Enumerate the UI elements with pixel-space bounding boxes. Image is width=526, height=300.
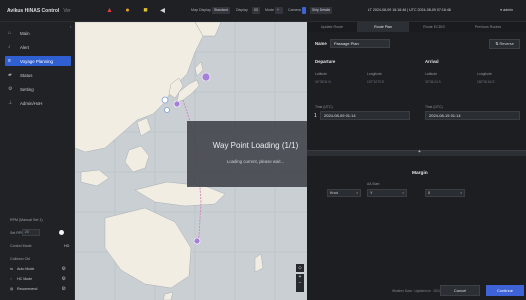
tab-previous-routes[interactable]: Previous Routes xyxy=(459,22,517,32)
rpm-input[interactable]: 20 xyxy=(22,229,40,236)
tab-update-route[interactable]: Update Route xyxy=(307,22,357,32)
loading-message: Loading current, please wait... xyxy=(226,159,285,164)
warning-icon[interactable]: ● xyxy=(123,6,132,15)
arr-lat-value[interactable]: 33°36.24 S xyxy=(425,80,441,84)
display-value[interactable]: 03 xyxy=(252,7,260,14)
margin-select[interactable]: 0 ▾ xyxy=(425,189,465,197)
dep-lon-value[interactable]: 137°10'70 E xyxy=(367,80,384,84)
waypoint-index: 1 xyxy=(314,113,317,119)
recommend-row[interactable]: ▤ Recommend ⚙ xyxy=(10,285,68,293)
arr-lat-label: Latitude xyxy=(425,72,438,76)
chevron-down-icon: ▾ xyxy=(460,191,462,195)
display-chip[interactable]: Standard xyxy=(212,7,230,14)
tab-route-ecdis[interactable]: Route ECDIS xyxy=(409,22,459,32)
sidebar-item-alert[interactable]: ♪ Alert xyxy=(5,42,71,52)
mute-icon[interactable]: ◀ xyxy=(158,6,167,15)
aa-start-label: AA Start xyxy=(367,182,380,186)
sidebar-item-admin[interactable]: ⊥ Admin/HoH xyxy=(5,98,71,108)
control-mode-value: HG xyxy=(64,244,70,248)
collision-label: Collision Ctrl xyxy=(10,257,31,261)
margin-heading: Margin xyxy=(412,171,428,176)
dep-time-label: Time (UTC) xyxy=(315,105,333,109)
caution-icon[interactable]: ■ xyxy=(141,6,150,15)
bell-icon: ♪ xyxy=(8,44,11,50)
zoom-out-icon[interactable]: − xyxy=(296,280,304,286)
arrival-time-input[interactable]: 2024-08-15 01:14 xyxy=(425,111,520,120)
sidebar: ‹ ⌂ Main ♪ Alert ≡ Voyage Planning ▰ Status … xyxy=(0,22,75,300)
control-mode-label: Control Mode xyxy=(10,244,32,248)
cancel-button[interactable]: Cancel xyxy=(440,285,480,296)
add-waypoint-icon[interactable]: + xyxy=(418,149,421,155)
gear-icon[interactable]: ⚙ xyxy=(62,266,66,272)
arr-lon-label: Longitude xyxy=(477,72,492,76)
tab-route-plan[interactable]: Route Plan xyxy=(357,22,409,32)
chevron-down-icon: ▾ xyxy=(356,191,358,195)
arrival-heading: Arrival xyxy=(425,59,439,64)
display-label: Display xyxy=(236,8,248,12)
camera-toggle[interactable] xyxy=(302,7,306,14)
rpm-title: RPM (Manual Set 1) xyxy=(10,218,43,222)
dep-lon-label: Longitude xyxy=(367,72,382,76)
panel-tabs: Update Route Route Plan Route ECDIS Prev… xyxy=(307,22,526,32)
auto-icon: ⇆ xyxy=(10,267,14,271)
map-display-label: Map Display xyxy=(191,8,211,12)
name-label: Name xyxy=(315,41,327,46)
waypoint-table-header xyxy=(307,150,526,156)
alarm-icon[interactable]: ▲ xyxy=(105,6,114,15)
hc-mode-row[interactable]: ⌁ HC Mode ⚙ xyxy=(10,275,68,283)
auto-mode-row[interactable]: ⇆ Auto Mode ⚙ xyxy=(10,265,68,273)
gear-icon[interactable]: ⚙ xyxy=(62,276,66,282)
reverse-button[interactable]: ⇅ Reverse xyxy=(489,39,520,49)
loading-dialog: Way Point Loading (1/1) Loading current,… xyxy=(187,121,324,187)
recommend-icon: ▤ xyxy=(10,287,14,291)
arr-time-label: Time (UTC) xyxy=(425,105,443,109)
dep-lat-label: Latitude xyxy=(315,72,328,76)
departure-heading: Departure xyxy=(315,59,336,64)
mode-label: Mode xyxy=(265,8,274,12)
continue-button[interactable]: Continue xyxy=(486,285,524,296)
ship-details-chip[interactable]: Ship Details xyxy=(310,7,333,14)
departure-time-input[interactable]: 2024-08-09 01:14 xyxy=(320,111,410,120)
arr-lon-value[interactable]: 150°00.64 E xyxy=(477,80,495,84)
hc-icon: ⌁ xyxy=(10,277,13,281)
compass-button[interactable]: ⬦ xyxy=(296,264,304,272)
route-icon: ≡ xyxy=(8,58,11,64)
zoom-control[interactable]: + − xyxy=(296,274,304,292)
route-plan-panel: Update Route Route Plan Route ECDIS Prev… xyxy=(307,22,526,300)
gear-icon[interactable]: ⚙ xyxy=(62,286,66,292)
route-name-input[interactable]: Passage Plan xyxy=(330,39,390,48)
sidebar-item-status[interactable]: ▰ Status xyxy=(5,70,71,80)
top-bar: Avikus HiNAS Control Ver ▲ ● ■ ◀ Map Disp… xyxy=(0,0,526,22)
sidebar-item-voyage-planning[interactable]: ≡ Voyage Planning xyxy=(5,56,71,66)
user-icon: ⊥ xyxy=(8,100,13,106)
chevron-down-icon: ▾ xyxy=(402,191,404,195)
datetime: LT 2024-08-09 16:16:46 | UTC 2024-08-09 … xyxy=(368,8,451,12)
rpm-toggle[interactable] xyxy=(59,230,64,235)
sidebar-item-setting[interactable]: ⚙ Setting xyxy=(5,84,71,94)
dep-lat-value[interactable]: 34°35'41 N xyxy=(315,80,331,84)
aa-start-select[interactable]: Y ▾ xyxy=(367,189,407,197)
home-icon: ⌂ xyxy=(8,30,12,36)
user-name[interactable]: ● admin xyxy=(500,8,513,12)
loading-title: Way Point Loading (1/1) xyxy=(212,141,299,150)
camera-label: Camera xyxy=(288,8,301,12)
app-title: Avikus HiNAS Control Ver xyxy=(7,8,71,14)
mode-chip[interactable]: + xyxy=(275,7,283,14)
speed-unit-select[interactable]: Knot ▾ xyxy=(327,189,361,197)
sidebar-item-main[interactable]: ⌂ Main xyxy=(5,28,71,38)
status-icon: ▰ xyxy=(8,72,12,78)
gear-icon: ⚙ xyxy=(8,86,13,92)
